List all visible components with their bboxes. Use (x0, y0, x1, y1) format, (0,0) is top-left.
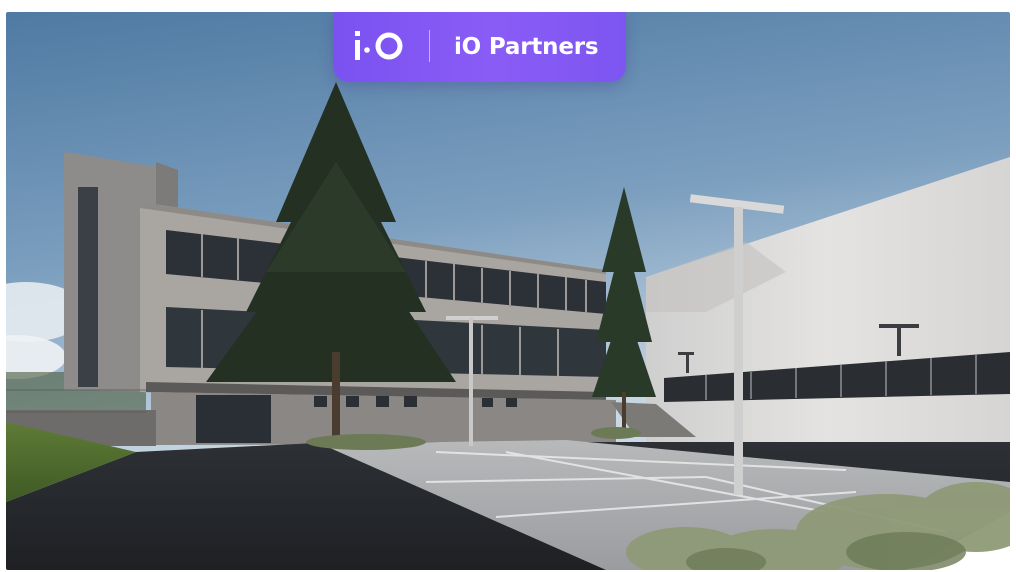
brand-name: iO Partners (454, 34, 599, 60)
building-photo (6, 12, 1010, 570)
brand-banner: iO Partners (333, 12, 626, 82)
logo-divider (429, 30, 430, 62)
io-logo-icon (355, 31, 403, 60)
image-frame: iO Partners (6, 12, 1010, 570)
